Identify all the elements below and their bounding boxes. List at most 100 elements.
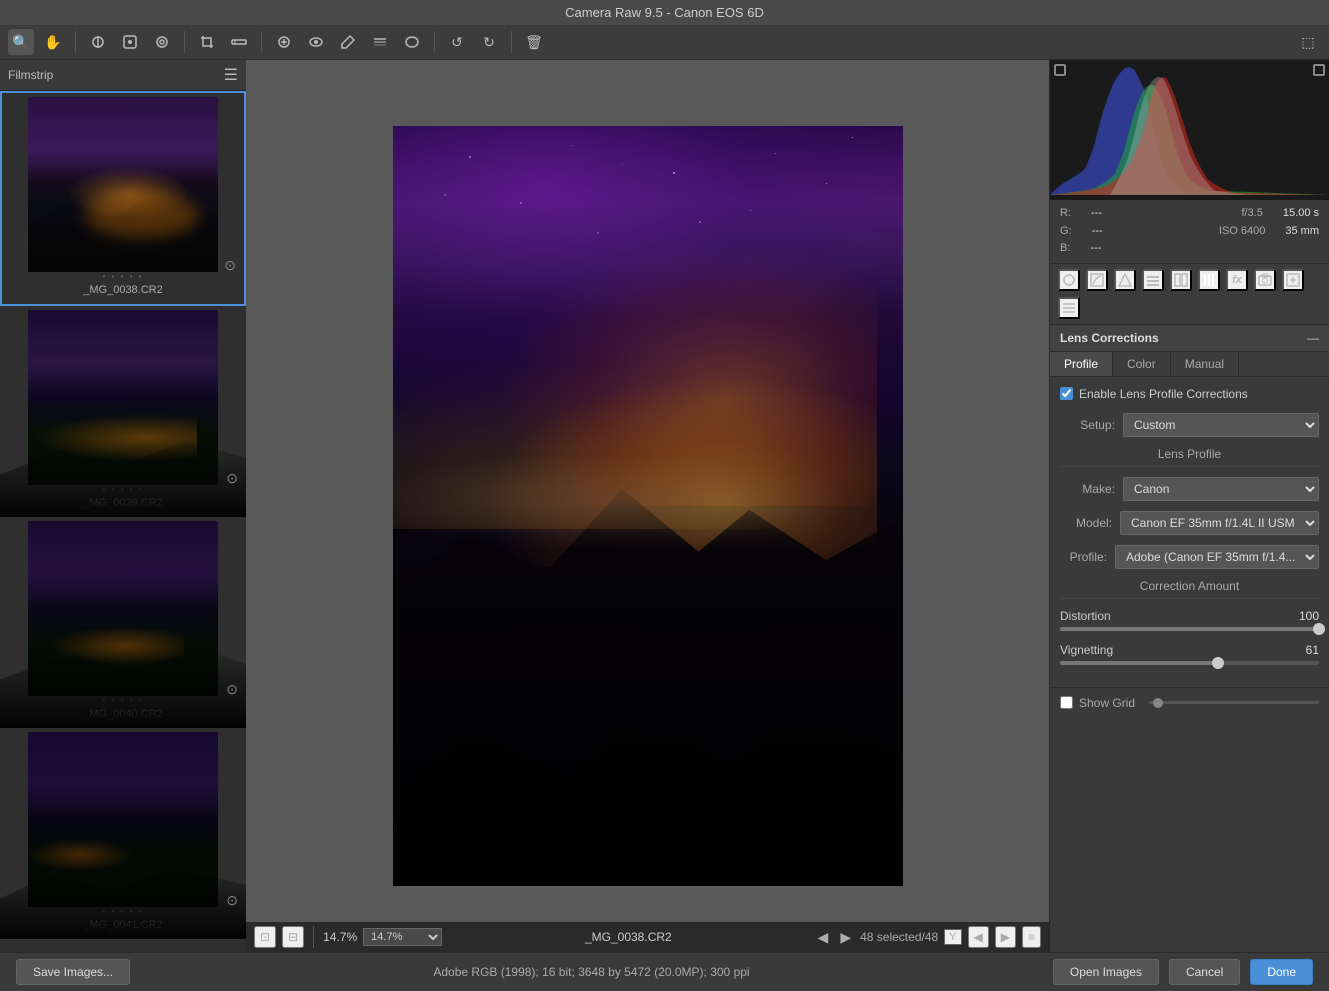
next-btn-2[interactable]: ▶: [995, 926, 1016, 948]
adjustment-brush-tool[interactable]: [335, 29, 361, 55]
correction-amount-title: Correction Amount: [1060, 579, 1319, 599]
filmstrip-thumb-4: [28, 732, 218, 907]
filmstrip-action-1: ⊙: [224, 257, 236, 274]
color-sampler-tool[interactable]: [117, 29, 143, 55]
model-row: Model: Canon EF 35mm f/1.4L II USM: [1060, 511, 1319, 535]
profile-dropdown[interactable]: Adobe (Canon EF 35mm f/1.4...: [1115, 545, 1319, 569]
vignetting-slider-row: Vignetting 61: [1060, 643, 1319, 665]
rotate-cw-tool[interactable]: ↻: [476, 29, 502, 55]
lens-corrections-btn[interactable]: [1198, 269, 1220, 291]
tone-curve-btn[interactable]: [1086, 269, 1108, 291]
enable-lens-checkbox[interactable]: [1060, 387, 1073, 400]
model-dropdown[interactable]: Canon EF 35mm f/1.4L II USM: [1120, 511, 1319, 535]
filmstrip-thumb-2: [28, 310, 218, 485]
healing-brush-tool[interactable]: [271, 29, 297, 55]
tab-profile[interactable]: Profile: [1050, 352, 1113, 376]
radial-filter-tool[interactable]: [399, 29, 425, 55]
filmstrip-dots-1: • • • • •: [6, 272, 240, 281]
canvas-filename-text: _MG_0038.CR2: [585, 930, 672, 944]
exif-line-2: G: --- ISO 6400 35 mm: [1060, 223, 1319, 241]
distortion-thumb[interactable]: [1313, 623, 1325, 635]
filmstrip-menu-icon[interactable]: ☰: [224, 65, 238, 85]
filmstrip-action-2: ⊙: [226, 470, 238, 487]
grid-size-slider[interactable]: [1149, 701, 1319, 704]
prev-btn-2[interactable]: ◀: [968, 926, 989, 948]
enable-lens-label[interactable]: Enable Lens Profile Corrections: [1079, 387, 1248, 401]
r-label: R:: [1060, 205, 1071, 223]
enable-corrections-row: Enable Lens Profile Corrections: [1060, 387, 1319, 401]
show-grid-checkbox[interactable]: [1060, 696, 1073, 709]
status-left: Save Images...: [16, 959, 130, 985]
setup-dropdown[interactable]: Custom Default Auto: [1123, 413, 1319, 437]
exif-line-3: B: ---: [1060, 240, 1319, 258]
main-area: Filmstrip ☰ • • • • • _MG_0038.CR2 ⊙: [0, 60, 1329, 952]
vignetting-track[interactable]: [1060, 661, 1319, 665]
lens-panel-header[interactable]: Lens Corrections —: [1050, 325, 1329, 352]
done-button[interactable]: Done: [1250, 959, 1313, 985]
filmstrip-title: Filmstrip: [8, 68, 53, 82]
hsl-btn[interactable]: [1142, 269, 1164, 291]
toolbar: 🔍 ✋ ↺ ↻ 🗑 ⬚: [0, 25, 1329, 60]
tab-color[interactable]: Color: [1113, 352, 1171, 376]
snapshots-btn[interactable]: [1058, 297, 1080, 319]
filmstrip-item-2[interactable]: • • • • • _MG_0039.CR2 ⊙: [0, 306, 246, 517]
basic-panel-btn[interactable]: [1058, 269, 1080, 291]
g-label: G:: [1060, 223, 1072, 241]
hand-tool[interactable]: ✋: [40, 29, 66, 55]
status-right: Open Images Cancel Done: [1053, 959, 1313, 985]
show-grid-label[interactable]: Show Grid: [1079, 696, 1135, 710]
status-info-link[interactable]: Adobe RGB (1998); 16 bit; 3648 by 5472 (…: [433, 965, 749, 979]
targeted-adj-tool[interactable]: [149, 29, 175, 55]
focal-val: 35 mm: [1285, 223, 1319, 241]
toolbar-separator-5: [511, 31, 512, 53]
canvas-area: ⊡ ⊟ 14.7% 14.7% 25% 50% 100% Fit in View…: [246, 60, 1049, 952]
fullscreen-btn[interactable]: ⬚: [1295, 29, 1321, 55]
cancel-button[interactable]: Cancel: [1169, 959, 1240, 985]
filmstrip-scroll[interactable]: • • • • • _MG_0038.CR2 ⊙ • • • • • _MG_0…: [0, 91, 246, 952]
single-view-btn[interactable]: ⊡: [254, 926, 276, 948]
white-balance-tool[interactable]: [85, 29, 111, 55]
crop-tool[interactable]: [194, 29, 220, 55]
lens-panel-title: Lens Corrections: [1060, 331, 1159, 345]
rating-btn[interactable]: Y: [944, 929, 961, 945]
save-images-button[interactable]: Save Images...: [16, 959, 130, 985]
delete-tool[interactable]: 🗑: [521, 29, 547, 55]
split-toning-btn[interactable]: [1170, 269, 1192, 291]
toolbar-separator-3: [261, 31, 262, 53]
filmstrip-item-1[interactable]: • • • • • _MG_0038.CR2 ⊙: [0, 91, 246, 306]
filmstrip-item-3[interactable]: • • • • • _MG_0040.CR2 ⊙: [0, 517, 246, 728]
vignetting-label: Vignetting: [1060, 643, 1113, 657]
main-photo: [393, 126, 903, 886]
make-dropdown[interactable]: Canon Nikon Sony: [1123, 477, 1319, 501]
right-panel: R: --- f/3.5 15.00 s G: --- ISO 6400 35 …: [1049, 60, 1329, 952]
filmstrip-menu-btn[interactable]: ≡: [1022, 926, 1041, 948]
zoom-tool[interactable]: 🔍: [8, 29, 34, 55]
next-image-btn[interactable]: ▶: [837, 929, 854, 946]
prev-image-btn[interactable]: ◀: [815, 929, 832, 946]
filmstrip-item-4[interactable]: • • • • • _MG_0041.CR2 ⊙: [0, 728, 246, 939]
rotate-ccw-tool[interactable]: ↺: [444, 29, 470, 55]
toolbar-separator-4: [434, 31, 435, 53]
exif-line-1: R: --- f/3.5 15.00 s: [1060, 205, 1319, 223]
red-eye-tool[interactable]: [303, 29, 329, 55]
compare-view-btn[interactable]: ⊟: [282, 926, 304, 948]
detail-btn[interactable]: [1114, 269, 1136, 291]
open-images-button[interactable]: Open Images: [1053, 959, 1159, 985]
setup-row: Setup: Custom Default Auto: [1060, 413, 1319, 437]
presets-btn[interactable]: [1282, 269, 1304, 291]
distortion-track[interactable]: [1060, 627, 1319, 631]
zoom-dropdown[interactable]: 14.7% 25% 50% 100% Fit in View: [363, 928, 442, 946]
straighten-tool[interactable]: [226, 29, 252, 55]
vignetting-thumb[interactable]: [1212, 657, 1224, 669]
graduated-filter-tool[interactable]: [367, 29, 393, 55]
canvas-filename: _MG_0038.CR2: [448, 930, 808, 944]
title-bar: Camera Raw 9.5 - Canon EOS 6D: [0, 0, 1329, 25]
effects-btn[interactable]: fx: [1226, 269, 1248, 291]
grid-slider-track: [1149, 701, 1319, 704]
tab-manual[interactable]: Manual: [1171, 352, 1239, 376]
histogram-corner-tr: [1313, 64, 1325, 76]
shutter-val: 15.00 s: [1283, 205, 1319, 223]
model-label: Model:: [1060, 516, 1112, 530]
camera-calib-btn[interactable]: [1254, 269, 1276, 291]
grid-slider-thumb[interactable]: [1153, 698, 1163, 708]
